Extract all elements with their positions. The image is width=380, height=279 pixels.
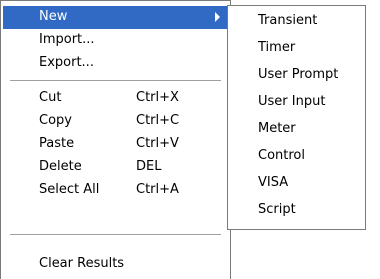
menu-item-label: Clear Results [39,256,125,271]
submenu-item-script[interactable]: Script [230,199,363,222]
menu-item-shortcut: Ctrl+X [136,90,179,105]
submenu-item-label: Script [258,202,296,217]
menu-item-label: Select All [39,182,100,197]
submenu-item-label: User Input [258,94,326,109]
menu-separator [10,80,221,82]
menu-separator [10,234,221,236]
menu-item-shortcut: Ctrl+C [136,113,180,128]
submenu-item-user-input[interactable]: User Input [230,91,363,114]
submenu-item-label: User Prompt [258,67,339,82]
menu-item-new[interactable]: New [3,6,228,29]
menu-item-delete[interactable]: Delete DEL [3,156,228,179]
menu-item-paste[interactable]: Paste Ctrl+V [3,133,228,156]
menu-item-shortcut: Ctrl+A [136,182,179,197]
chevron-right-icon [215,12,220,22]
submenu-item-label: Transient [258,13,318,28]
submenu-item-visa[interactable]: VISA [230,172,363,195]
new-submenu: Transient Timer User Prompt User Input M… [227,5,366,230]
menu-item-export[interactable]: Export... [3,52,228,75]
submenu-item-label: Meter [258,121,296,136]
menu-item-label: Copy [39,113,72,128]
menu-item-clear-results[interactable]: Clear Results [3,253,228,276]
submenu-item-label: Control [258,148,305,163]
menu-item-label: Export... [39,55,94,70]
submenu-item-meter[interactable]: Meter [230,118,363,141]
submenu-item-label: Timer [258,40,296,55]
submenu-item-label: VISA [258,175,289,190]
submenu-item-control[interactable]: Control [230,145,363,168]
menu-item-copy[interactable]: Copy Ctrl+C [3,110,228,133]
menu-item-shortcut: DEL [136,159,162,174]
menu-item-label: Cut [39,90,62,105]
menu-item-select-all[interactable]: Select All Ctrl+A [3,179,228,202]
context-menu: New Import... Export... Cut Ctrl+X Copy … [0,0,231,279]
menu-item-import[interactable]: Import... [3,29,228,52]
menu-item-label: Paste [39,136,75,151]
menu-item-label: New [39,9,68,24]
submenu-item-timer[interactable]: Timer [230,37,363,60]
submenu-item-user-prompt[interactable]: User Prompt [230,64,363,87]
menu-item-label: Import... [39,32,95,47]
menu-item-cut[interactable]: Cut Ctrl+X [3,87,228,110]
menu-item-shortcut: Ctrl+V [136,136,179,151]
menu-item-label: Delete [39,159,82,174]
submenu-item-transient[interactable]: Transient [230,10,363,33]
